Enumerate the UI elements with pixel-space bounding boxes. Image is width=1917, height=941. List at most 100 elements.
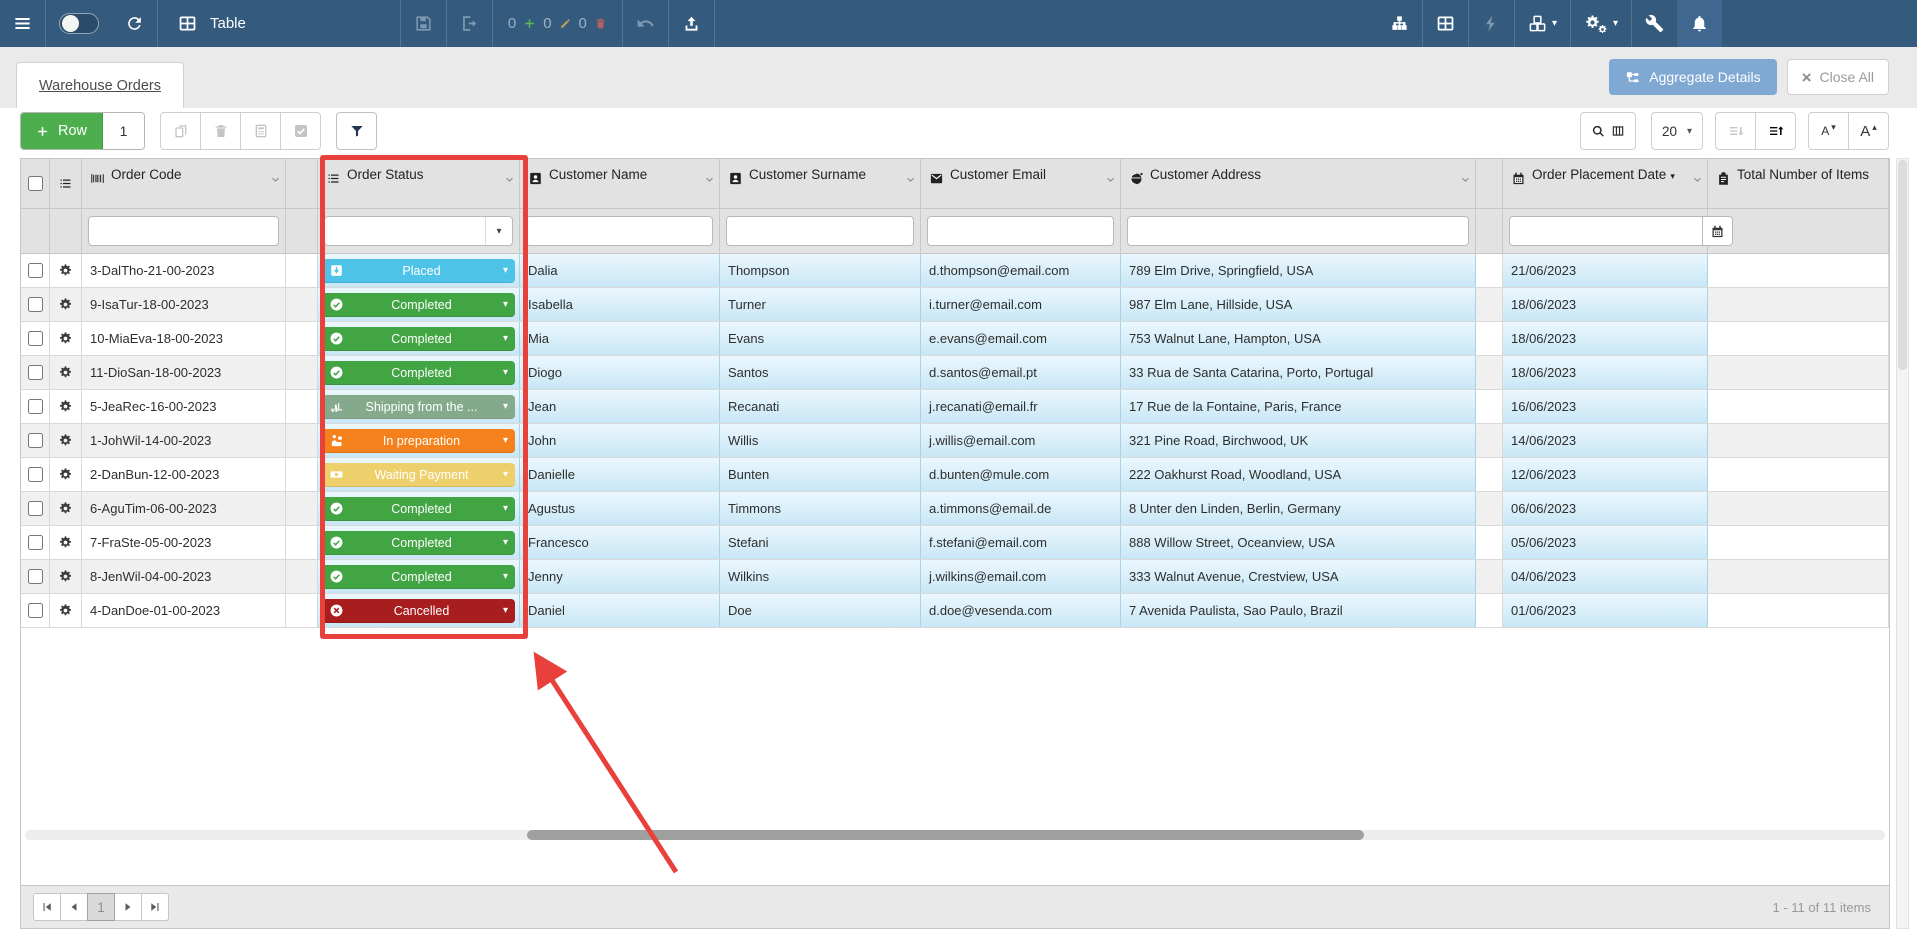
current-page-button[interactable]: 1	[87, 893, 115, 921]
cell-customer-name[interactable]: Danielle	[520, 458, 720, 491]
cell-customer-surname[interactable]: Stefani	[720, 526, 921, 559]
cell-customer-name[interactable]: John	[520, 424, 720, 457]
cell-order-placement-date[interactable]: 12/06/2023	[1503, 458, 1708, 491]
cell-order-placement-date[interactable]: 16/06/2023	[1503, 390, 1708, 423]
cell-total-items[interactable]	[1708, 594, 1889, 627]
settings-gears-icon[interactable]: ▾	[1571, 0, 1631, 47]
row-settings-button[interactable]	[50, 390, 82, 423]
cell-customer-address[interactable]: 321 Pine Road, Birchwood, UK	[1121, 424, 1476, 457]
cell-total-items[interactable]	[1708, 390, 1889, 423]
status-chip[interactable]: Cancelled▾	[322, 599, 515, 623]
vertical-scrollbar-thumb[interactable]	[1898, 160, 1907, 370]
filter-customer-address-input[interactable]	[1127, 216, 1469, 246]
cell-customer-name[interactable]: Daniel	[520, 594, 720, 627]
cell-customer-address[interactable]: 753 Walnut Lane, Hampton, USA	[1121, 322, 1476, 355]
filter-order-code-input[interactable]	[88, 216, 279, 246]
cell-customer-address[interactable]: 8 Unter den Linden, Berlin, Germany	[1121, 492, 1476, 525]
add-row-button[interactable]: Row	[21, 113, 103, 149]
cell-order-placement-date[interactable]: 18/06/2023	[1503, 322, 1708, 355]
undo-icon[interactable]	[623, 0, 668, 47]
row-checkbox[interactable]	[28, 263, 43, 278]
cell-total-items[interactable]	[1708, 322, 1889, 355]
lightning-icon[interactable]	[1469, 0, 1514, 47]
header-order-placement-date[interactable]: Order Placement Date▾	[1503, 159, 1708, 208]
last-page-button[interactable]	[141, 893, 169, 921]
cell-customer-surname[interactable]: Timmons	[720, 492, 921, 525]
cell-customer-surname[interactable]: Thompson	[720, 254, 921, 287]
cell-customer-address[interactable]: 987 Elm Lane, Hillside, USA	[1121, 288, 1476, 321]
status-chip[interactable]: Completed▾	[322, 497, 515, 521]
header-customer-name[interactable]: Customer Name	[520, 159, 720, 208]
row-checkbox[interactable]	[28, 433, 43, 448]
cell-order-placement-date[interactable]: 05/06/2023	[1503, 526, 1708, 559]
cell-customer-surname[interactable]: Doe	[720, 594, 921, 627]
cell-order-code[interactable]: 11-DioSan-18-00-2023	[82, 356, 286, 389]
calculate-button[interactable]	[240, 112, 281, 150]
cell-customer-address[interactable]: 333 Walnut Avenue, Crestview, USA	[1121, 560, 1476, 593]
cell-order-code[interactable]: 9-IsaTur-18-00-2023	[82, 288, 286, 321]
cell-customer-address[interactable]: 7 Avenida Paulista, Sao Paulo, Brazil	[1121, 594, 1476, 627]
cell-customer-name[interactable]: Isabella	[520, 288, 720, 321]
row-settings-button[interactable]	[50, 288, 82, 321]
cell-customer-surname[interactable]: Evans	[720, 322, 921, 355]
cell-customer-address[interactable]: 789 Elm Drive, Springfield, USA	[1121, 254, 1476, 287]
chevron-down-icon[interactable]	[503, 173, 516, 186]
save-icon[interactable]	[401, 0, 446, 47]
cell-order-placement-date[interactable]: 18/06/2023	[1503, 356, 1708, 389]
chevron-down-icon[interactable]	[904, 173, 917, 186]
filter-date-input[interactable]	[1509, 216, 1702, 246]
header-order-code[interactable]: Order Code	[82, 159, 286, 208]
row-checkbox[interactable]	[28, 365, 43, 380]
copy-rows-button[interactable]	[160, 112, 201, 150]
cell-customer-surname[interactable]: Turner	[720, 288, 921, 321]
row-checkbox[interactable]	[28, 467, 43, 482]
sitemap-icon[interactable]	[1377, 0, 1422, 47]
cell-customer-email[interactable]: a.timmons@email.de	[921, 492, 1121, 525]
cell-customer-email[interactable]: j.willis@email.com	[921, 424, 1121, 457]
cell-customer-email[interactable]: d.bunten@mule.com	[921, 458, 1121, 491]
modules-icon[interactable]: ▾	[1515, 0, 1570, 47]
cell-total-items[interactable]	[1708, 492, 1889, 525]
font-larger-button[interactable]: A▴	[1848, 112, 1889, 150]
cell-customer-email[interactable]: i.turner@email.com	[921, 288, 1121, 321]
row-checkbox[interactable]	[28, 331, 43, 346]
notifications-bell-icon[interactable]	[1677, 0, 1722, 47]
sign-out-icon[interactable]	[447, 0, 492, 47]
row-settings-button[interactable]	[50, 560, 82, 593]
status-chip[interactable]: Completed▾	[322, 565, 515, 589]
filter-button[interactable]	[336, 112, 377, 150]
status-chip[interactable]: Completed▾	[322, 293, 515, 317]
previous-page-button[interactable]	[60, 893, 88, 921]
cell-order-code[interactable]: 7-FraSte-05-00-2023	[82, 526, 286, 559]
cell-customer-address[interactable]: 888 Willow Street, Oceanview, USA	[1121, 526, 1476, 559]
cell-order-code[interactable]: 6-AguTim-06-00-2023	[82, 492, 286, 525]
row-settings-button[interactable]	[50, 254, 82, 287]
cell-customer-email[interactable]: d.santos@email.pt	[921, 356, 1121, 389]
header-customer-address[interactable]: Customer Address	[1121, 159, 1476, 208]
chevron-down-icon[interactable]	[269, 173, 282, 186]
close-all-button[interactable]: × Close All	[1787, 59, 1889, 95]
cell-customer-email[interactable]: d.thompson@email.com	[921, 254, 1121, 287]
next-page-button[interactable]	[114, 893, 142, 921]
horizontal-scrollbar-thumb[interactable]	[527, 830, 1364, 840]
cell-order-placement-date[interactable]: 04/06/2023	[1503, 560, 1708, 593]
cell-total-items[interactable]	[1708, 254, 1889, 287]
row-checkbox[interactable]	[28, 569, 43, 584]
select-all-checkbox[interactable]	[28, 176, 43, 191]
cell-order-placement-date[interactable]: 01/06/2023	[1503, 594, 1708, 627]
chevron-down-icon[interactable]	[1691, 173, 1704, 186]
row-checkbox[interactable]	[28, 603, 43, 618]
cell-customer-surname[interactable]: Bunten	[720, 458, 921, 491]
row-checkbox[interactable]	[28, 501, 43, 516]
status-chip[interactable]: Completed▾	[322, 361, 515, 385]
cell-customer-surname[interactable]: Willis	[720, 424, 921, 457]
filter-customer-surname-input[interactable]	[726, 216, 914, 246]
status-chip[interactable]: Placed▾	[322, 259, 515, 283]
row-checkbox[interactable]	[28, 535, 43, 550]
chevron-down-icon[interactable]	[1459, 173, 1472, 186]
cell-order-code[interactable]: 1-JohWil-14-00-2023	[82, 424, 286, 457]
status-chip[interactable]: Completed▾	[322, 531, 515, 555]
filter-customer-email-input[interactable]	[927, 216, 1114, 246]
filter-customer-name-input[interactable]	[526, 216, 713, 246]
cell-order-placement-date[interactable]: 18/06/2023	[1503, 288, 1708, 321]
